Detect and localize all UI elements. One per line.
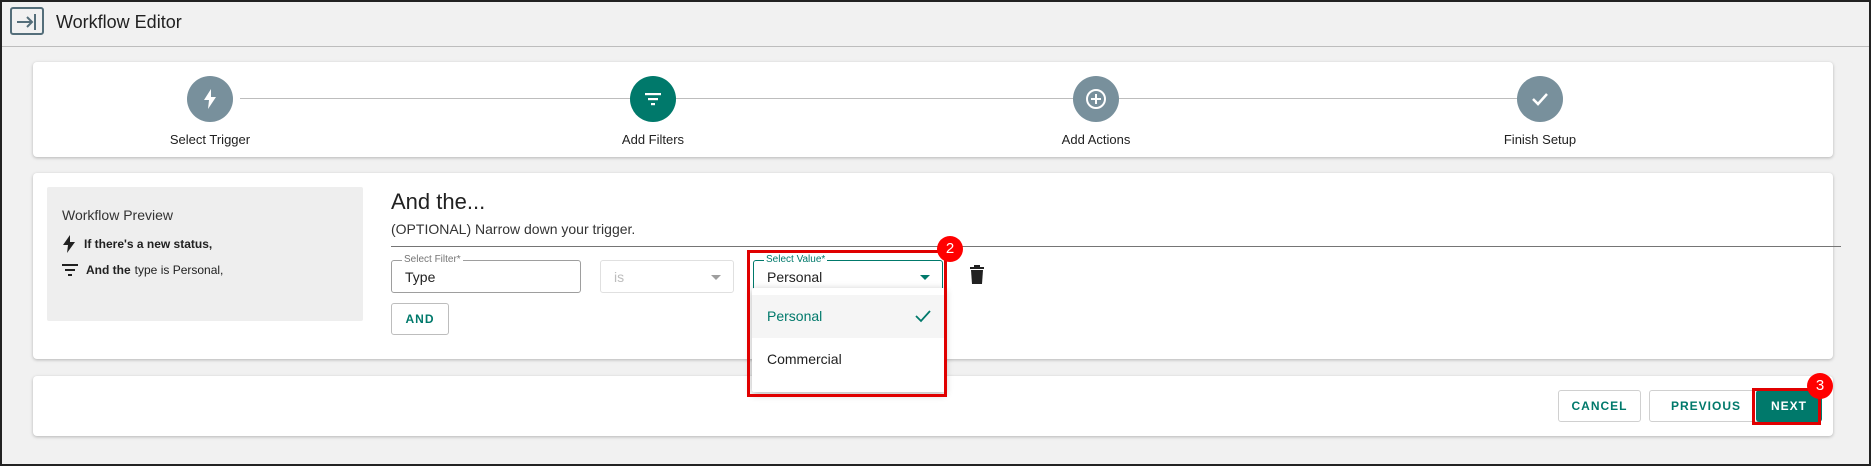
preview-trigger-text: If there's a new status,: [84, 237, 213, 251]
select-value-value: Personal: [767, 269, 823, 285]
plus-circle-icon: [1073, 76, 1119, 122]
check-icon: [915, 310, 931, 323]
check-icon: [1517, 76, 1563, 122]
filter-icon: [630, 76, 676, 122]
previous-button[interactable]: PREVIOUS: [1649, 390, 1763, 422]
preview-trigger-row: If there's a new status,: [62, 235, 216, 253]
filters-subtitle: (OPTIONAL) Narrow down your trigger.: [391, 221, 636, 237]
step-badge-3: 3: [1807, 373, 1833, 399]
select-value-label: Select Value*: [764, 254, 828, 265]
page-title: Workflow Editor: [56, 12, 182, 32]
filters-title: And the...: [391, 189, 486, 214]
preview-filter-row: And the type is Personal,: [62, 263, 223, 277]
chevron-down-icon: [920, 275, 930, 280]
preview-title: Workflow Preview: [62, 207, 173, 223]
select-filter-field[interactable]: Select Filter* Type: [391, 254, 581, 293]
lightning-icon: [63, 235, 75, 253]
lightning-icon: [187, 76, 233, 122]
top-bar: Workflow Editor: [0, 0, 1871, 47]
workflow-preview: Workflow Preview If there's a new status…: [47, 187, 363, 321]
step-label: Finish Setup: [1503, 132, 1577, 147]
preview-filter-bold: And the: [86, 263, 131, 277]
cancel-button[interactable]: CANCEL: [1558, 390, 1641, 422]
preview-filter-text: type is Personal,: [134, 263, 224, 277]
select-filter-value: Type: [405, 269, 436, 285]
divider: [391, 246, 1841, 247]
option-label: Commercial: [767, 351, 842, 367]
exit-arrow-icon[interactable]: [10, 7, 44, 35]
filter-icon: [62, 264, 78, 276]
step-add-actions[interactable]: Add Actions: [996, 76, 1196, 147]
option-label: Personal: [767, 308, 823, 324]
operator-value: is: [614, 269, 625, 285]
step-badge-2: 2: [937, 236, 963, 262]
stepper: Select Trigger Add Filters Add Actions F…: [33, 62, 1833, 157]
operator-select[interactable]: is: [600, 260, 734, 293]
step-label: Select Trigger: [169, 132, 251, 147]
step-add-filters[interactable]: Add Filters: [553, 76, 753, 147]
and-button[interactable]: AND: [391, 303, 449, 335]
step-label: Add Filters: [621, 132, 685, 147]
dropdown-option-commercial[interactable]: Commercial: [752, 338, 945, 381]
select-value-dropdown: Personal Commercial: [752, 288, 945, 392]
step-select-trigger[interactable]: Select Trigger: [110, 76, 310, 147]
step-label: Add Actions: [1061, 132, 1131, 147]
step-finish-setup[interactable]: Finish Setup: [1440, 76, 1640, 147]
select-filter-label: Select Filter*: [402, 254, 463, 265]
trash-icon[interactable]: [969, 265, 985, 290]
stepper-connector: [240, 98, 1540, 99]
dropdown-option-personal[interactable]: Personal: [752, 295, 945, 338]
chevron-down-icon: [711, 275, 721, 280]
